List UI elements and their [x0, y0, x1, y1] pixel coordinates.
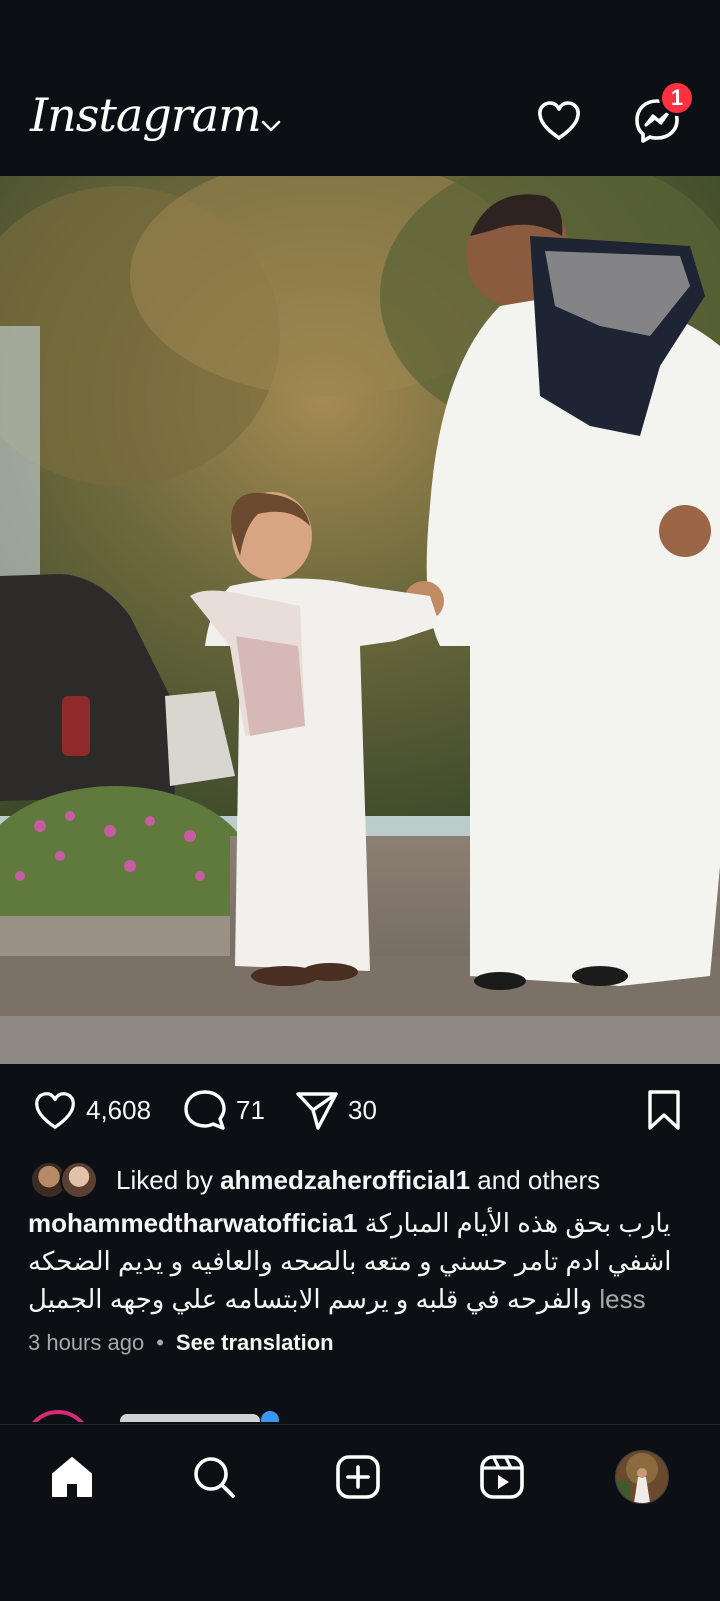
- top-bar: Instagram 1: [0, 0, 720, 176]
- heart-icon[interactable]: [32, 1088, 78, 1132]
- search-icon[interactable]: [189, 1452, 239, 1502]
- nav-search[interactable]: [184, 1447, 244, 1507]
- share-count[interactable]: 30: [348, 1095, 377, 1126]
- bookmark-icon[interactable]: [644, 1088, 684, 1132]
- create-icon[interactable]: [333, 1452, 383, 1502]
- post-photo[interactable]: [0, 176, 720, 1064]
- post-meta: 3 hours ago • See translation: [28, 1330, 334, 1356]
- post-actions: 4,608 71 30: [0, 1082, 720, 1138]
- caption-text-3: والفرحه في قلبه و يرسم الابتسامه علي وجه…: [28, 1284, 593, 1314]
- less-link[interactable]: less: [599, 1284, 645, 1314]
- nav-reels[interactable]: [472, 1447, 532, 1507]
- post-time: 3 hours ago: [28, 1330, 145, 1355]
- caption-text-1: يارب بحق هذه الأيام المباركة: [364, 1208, 671, 1238]
- liked-by-suffix: and others: [477, 1164, 601, 1195]
- liked-by-username[interactable]: ahmedzaherofficial1: [220, 1165, 470, 1195]
- liked-by-prefix: Liked by: [116, 1164, 213, 1195]
- comment-icon[interactable]: [182, 1088, 228, 1132]
- like-count[interactable]: 4,608: [86, 1095, 151, 1126]
- reels-icon[interactable]: [477, 1452, 527, 1502]
- bottom-nav: [0, 1424, 720, 1601]
- nav-create[interactable]: [328, 1447, 388, 1507]
- liked-by-text: Liked by ahmedzaherofficial1 and others: [116, 1165, 600, 1196]
- comment-count[interactable]: 71: [236, 1095, 265, 1126]
- comment-action[interactable]: 71: [182, 1088, 265, 1132]
- caption-author[interactable]: mohammedtharwatofficia1: [28, 1208, 357, 1238]
- heart-icon[interactable]: [535, 97, 583, 145]
- nav-home[interactable]: [42, 1447, 102, 1507]
- home-icon[interactable]: [47, 1452, 97, 1502]
- chevron-down-icon[interactable]: [260, 118, 282, 134]
- caption-line-1: mohammedtharwatofficia1 يارب بحق هذه الأ…: [28, 1204, 692, 1242]
- profile-avatar[interactable]: [615, 1450, 669, 1504]
- caption-text-2: اشفي ادم تامر حسني و متعه بالصحه والعافي…: [28, 1246, 672, 1276]
- nav-profile[interactable]: [612, 1447, 672, 1507]
- instagram-logo[interactable]: Instagram: [30, 88, 262, 142]
- see-translation-link[interactable]: See translation: [176, 1330, 334, 1356]
- avatar: [60, 1161, 98, 1199]
- like-action[interactable]: 4,608: [32, 1088, 151, 1132]
- caption-line-2: اشفي ادم تامر حسني و متعه بالصحه والعافي…: [28, 1242, 692, 1280]
- messenger-badge: 1: [659, 80, 695, 116]
- caption-line-3: والفرحه في قلبه و يرسم الابتسامه علي وجه…: [28, 1280, 692, 1318]
- next-post-peek: [32, 1410, 279, 1422]
- avatar-image: [616, 1451, 668, 1503]
- liked-by-row[interactable]: Liked by ahmedzaherofficial1 and others: [30, 1160, 600, 1200]
- separator-dot: •: [156, 1330, 164, 1355]
- post-image: [0, 176, 720, 1064]
- liked-by-avatars: [30, 1161, 102, 1199]
- post-caption[interactable]: mohammedtharwatofficia1 يارب بحق هذه الأ…: [28, 1204, 692, 1318]
- share-action[interactable]: 30: [294, 1088, 377, 1132]
- share-icon[interactable]: [294, 1088, 340, 1132]
